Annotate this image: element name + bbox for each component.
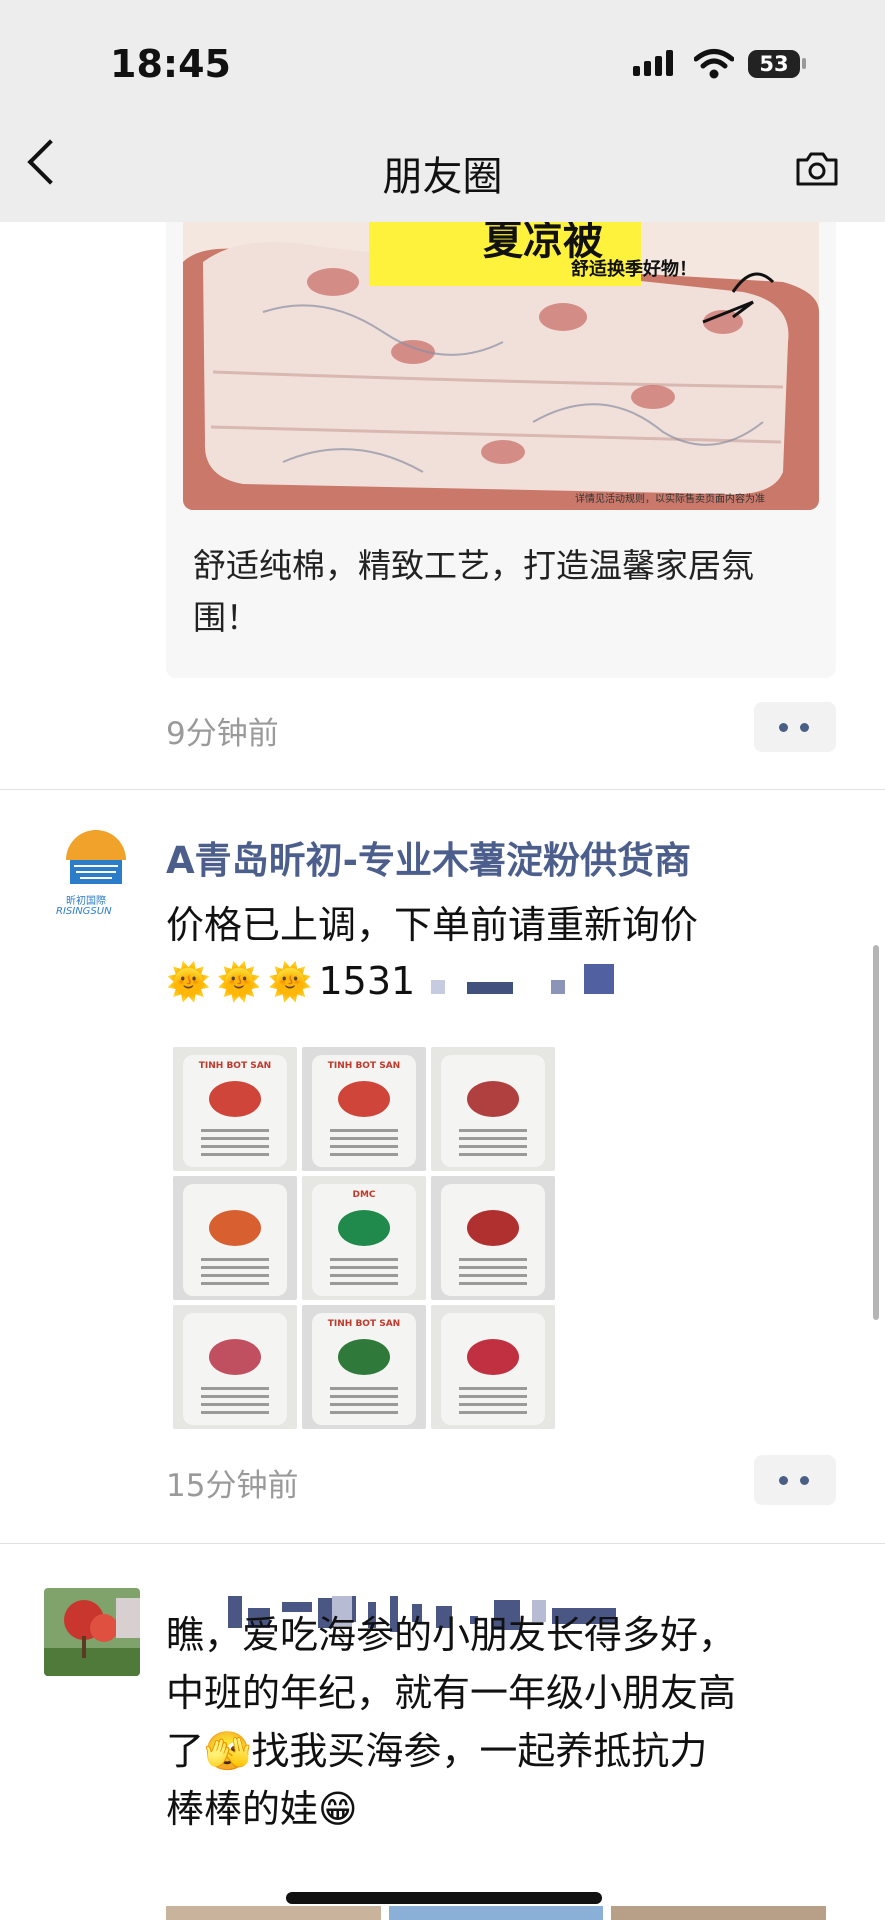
post-text-line: 价格已上调，下单前请重新询价 (166, 903, 699, 947)
more-options-button[interactable] (754, 1455, 836, 1505)
phone-number-partial: 1531 (318, 959, 416, 1003)
post-text-line: 中班的年纪，就有一年级小朋友高 (166, 1671, 737, 1715)
grid-image[interactable]: DMC (302, 1176, 426, 1300)
grid-image[interactable] (431, 1305, 555, 1429)
grid-image-label: TINH BOT SAN (327, 1319, 401, 1329)
post-text-line: 棒棒的娃😁 (166, 1787, 358, 1831)
post-text-line: 🌞🌞🌞1531 (166, 952, 614, 1012)
censor-block (551, 980, 566, 994)
avatar-text: 昕初国際 (66, 896, 106, 907)
grid-image-label: TINH BOT SAN (327, 1061, 401, 1071)
divider (0, 1543, 885, 1544)
status-time: 18:45 (110, 42, 231, 86)
grid-image-label: DMC (352, 1190, 376, 1200)
post-timestamp: 9分钟前 (166, 716, 279, 752)
dot-icon (779, 723, 788, 732)
grid-image[interactable]: TINH BOT SAN (302, 1305, 426, 1429)
grid-image-label: TINH BOT SAN (198, 1061, 272, 1071)
ad-banner-subtitle: 舒适换季好物！ (571, 259, 697, 280)
top-bar: 18:45 53 朋友圈 (0, 0, 885, 222)
avatar-subtext: RISINGSUN (56, 906, 112, 917)
censor-block (467, 982, 514, 994)
post-text-line: 瞧，爱吃海参的小朋友长得多好， (166, 1613, 737, 1657)
grid-image[interactable] (431, 1176, 555, 1300)
camera-icon[interactable] (794, 150, 840, 188)
page-title: 朋友圈 (382, 154, 503, 200)
avatar[interactable] (44, 1588, 140, 1676)
wifi-icon (694, 49, 734, 79)
next-image-strip (166, 1906, 827, 1920)
dot-icon (800, 1476, 809, 1485)
more-options-button[interactable] (754, 702, 836, 752)
divider (0, 789, 885, 790)
grid-image[interactable] (431, 1047, 555, 1171)
author-name[interactable]: A青岛昕初-专业木薯淀粉供货商 (166, 830, 691, 884)
battery-icon: 53 (748, 50, 800, 78)
image-grid: TINH BOT SAN TINH BOT SAN DMC TINH BOT SAN (173, 1047, 559, 1429)
ad-banner-image[interactable]: 夏凉被 舒适换季好物！ 详情见活动规则，以实际售卖页面内容为准 (183, 222, 819, 510)
grid-image[interactable] (173, 1305, 297, 1429)
post-text-line: 了🫣找我买海参，一起养抵抗力 (166, 1729, 708, 1773)
ad-caption: 舒适纯棉，精致工艺，打造温馨家居氛围！ (193, 546, 754, 637)
home-indicator[interactable] (286, 1892, 602, 1904)
grid-image[interactable]: TINH BOT SAN (302, 1047, 426, 1171)
dot-icon (779, 1476, 788, 1485)
sun-emoji: 🌞🌞🌞 (166, 962, 319, 1003)
grid-image[interactable]: TINH BOT SAN (173, 1047, 297, 1171)
post-timestamp: 15分钟前 (166, 1468, 299, 1504)
battery-cap (802, 58, 806, 69)
signal-icon (633, 50, 673, 76)
ad-banner-disclaimer: 详情见活动规则，以实际售卖页面内容为准 (575, 494, 765, 505)
censor-block (583, 964, 614, 994)
scrollbar[interactable] (873, 945, 879, 1320)
avatar[interactable]: 昕初国際 RISINGSUN (56, 826, 136, 922)
censor-block (431, 980, 446, 994)
grid-image[interactable] (173, 1176, 297, 1300)
dot-icon (800, 723, 809, 732)
